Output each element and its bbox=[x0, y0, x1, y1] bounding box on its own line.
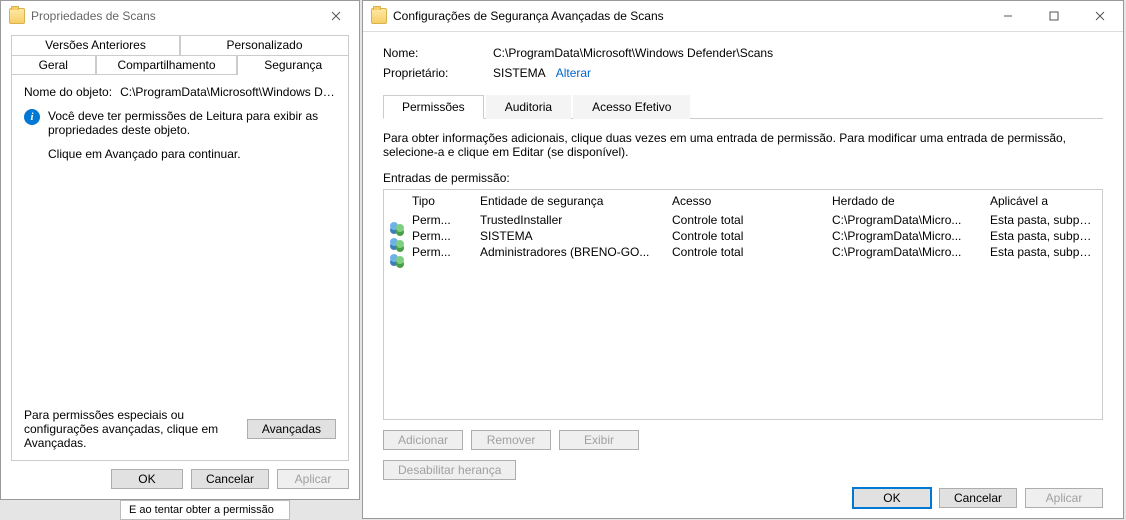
table-row[interactable]: Perm...SISTEMAControle totalC:\ProgramDa… bbox=[384, 228, 1102, 244]
cell-tipo: Perm... bbox=[412, 229, 480, 243]
cell-herdado: C:\ProgramData\Micro... bbox=[832, 229, 990, 243]
cell-aplicavel: Esta pasta, subpastas e arquivos bbox=[990, 213, 1096, 227]
cancel-button[interactable]: Cancelar bbox=[191, 469, 269, 489]
advanced-label: Para permissões especiais ou configuraçõ… bbox=[24, 408, 237, 450]
name-value: C:\ProgramData\Microsoft\Windows Defende… bbox=[493, 46, 773, 60]
tab-seguranca[interactable]: Segurança bbox=[237, 55, 349, 75]
apply-button: Aplicar bbox=[1025, 488, 1103, 508]
table-header: Tipo Entidade de segurança Acesso Herdad… bbox=[384, 190, 1102, 212]
cell-entidade: SISTEMA bbox=[480, 229, 672, 243]
cell-herdado: C:\ProgramData\Micro... bbox=[832, 245, 990, 259]
cell-tipo: Perm... bbox=[412, 245, 480, 259]
name-label: Nome: bbox=[383, 46, 493, 60]
tab-permissoes[interactable]: Permissões bbox=[383, 95, 484, 119]
close-icon[interactable] bbox=[313, 1, 359, 31]
tab-pane-seguranca: Nome do objeto: C:\ProgramData\Microsoft… bbox=[11, 74, 349, 461]
table-row[interactable]: Perm...TrustedInstallerControle totalC:\… bbox=[384, 212, 1102, 228]
ok-button[interactable]: OK bbox=[111, 469, 183, 489]
tab-auditoria[interactable]: Auditoria bbox=[486, 95, 571, 119]
owner-value: SISTEMA bbox=[493, 66, 546, 80]
col-acesso[interactable]: Acesso bbox=[672, 194, 832, 208]
table-row[interactable]: Perm...Administradores (BRENO-GO...Contr… bbox=[384, 244, 1102, 260]
view-button: Exibir bbox=[559, 430, 639, 450]
close-icon[interactable] bbox=[1077, 1, 1123, 31]
minimize-icon[interactable] bbox=[985, 1, 1031, 31]
cell-tipo: Perm... bbox=[412, 213, 480, 227]
info-text-1: Você deve ter permissões de Leitura para… bbox=[48, 109, 336, 137]
tab-personalizado[interactable]: Personalizado bbox=[180, 35, 349, 55]
tab-versoes-anteriores[interactable]: Versões Anteriores bbox=[11, 35, 180, 55]
folder-icon bbox=[9, 8, 25, 24]
folder-icon bbox=[371, 8, 387, 24]
cell-herdado: C:\ProgramData\Micro... bbox=[832, 213, 990, 227]
tab-geral[interactable]: Geral bbox=[11, 55, 96, 75]
cell-entidade: TrustedInstaller bbox=[480, 213, 672, 227]
maximize-icon[interactable] bbox=[1031, 1, 1077, 31]
apply-button: Aplicar bbox=[277, 469, 349, 489]
add-button: Adicionar bbox=[383, 430, 463, 450]
cell-acesso: Controle total bbox=[672, 213, 832, 227]
col-entidade[interactable]: Entidade de segurança bbox=[480, 194, 672, 208]
tab-compartilhamento[interactable]: Compartilhamento bbox=[96, 55, 238, 75]
col-herdado[interactable]: Herdado de bbox=[832, 194, 990, 208]
object-name-label: Nome do objeto: bbox=[24, 85, 112, 99]
titlebar[interactable]: Configurações de Segurança Avançadas de … bbox=[363, 1, 1123, 31]
object-name-value: C:\ProgramData\Microsoft\Windows Defende… bbox=[120, 85, 336, 99]
cell-acesso: Controle total bbox=[672, 245, 832, 259]
permissions-table[interactable]: Tipo Entidade de segurança Acesso Herdad… bbox=[383, 189, 1103, 420]
col-aplicavel[interactable]: Aplicável a bbox=[990, 194, 1096, 208]
owner-label: Proprietário: bbox=[383, 66, 493, 80]
cell-acesso: Controle total bbox=[672, 229, 832, 243]
window-title: Propriedades de Scans bbox=[31, 9, 313, 23]
cancel-button[interactable]: Cancelar bbox=[939, 488, 1017, 508]
instructions-text: Para obter informações adicionais, cliqu… bbox=[383, 131, 1103, 159]
ok-button[interactable]: OK bbox=[853, 488, 931, 508]
tab-strip: Permissões Auditoria Acesso Efetivo bbox=[383, 94, 1103, 119]
titlebar[interactable]: Propriedades de Scans bbox=[1, 1, 359, 31]
info-text-2: Clique em Avançado para continuar. bbox=[48, 147, 336, 161]
cell-aplicavel: Esta pasta, subpastas e arquivos bbox=[990, 245, 1096, 259]
cell-entidade: Administradores (BRENO-GO... bbox=[480, 245, 672, 259]
remove-button: Remover bbox=[471, 430, 551, 450]
properties-window: Propriedades de Scans Versões Anteriores… bbox=[0, 0, 360, 500]
permissions-list-label: Entradas de permissão: bbox=[383, 171, 1103, 185]
tab-strip: Versões Anteriores Personalizado Geral C… bbox=[11, 35, 349, 75]
background-snippet: E ao tentar obter a permissão bbox=[120, 500, 290, 520]
info-icon: i bbox=[24, 109, 40, 125]
disable-inheritance-button: Desabilitar herança bbox=[383, 460, 516, 480]
window-title: Configurações de Segurança Avançadas de … bbox=[393, 9, 985, 23]
change-owner-link[interactable]: Alterar bbox=[556, 66, 591, 80]
advanced-button[interactable]: Avançadas bbox=[247, 419, 336, 439]
cell-aplicavel: Esta pasta, subpastas e arquivos bbox=[990, 229, 1096, 243]
advanced-security-window: Configurações de Segurança Avançadas de … bbox=[362, 0, 1124, 519]
tab-acesso-efetivo[interactable]: Acesso Efetivo bbox=[573, 95, 690, 119]
col-tipo[interactable]: Tipo bbox=[412, 194, 480, 208]
